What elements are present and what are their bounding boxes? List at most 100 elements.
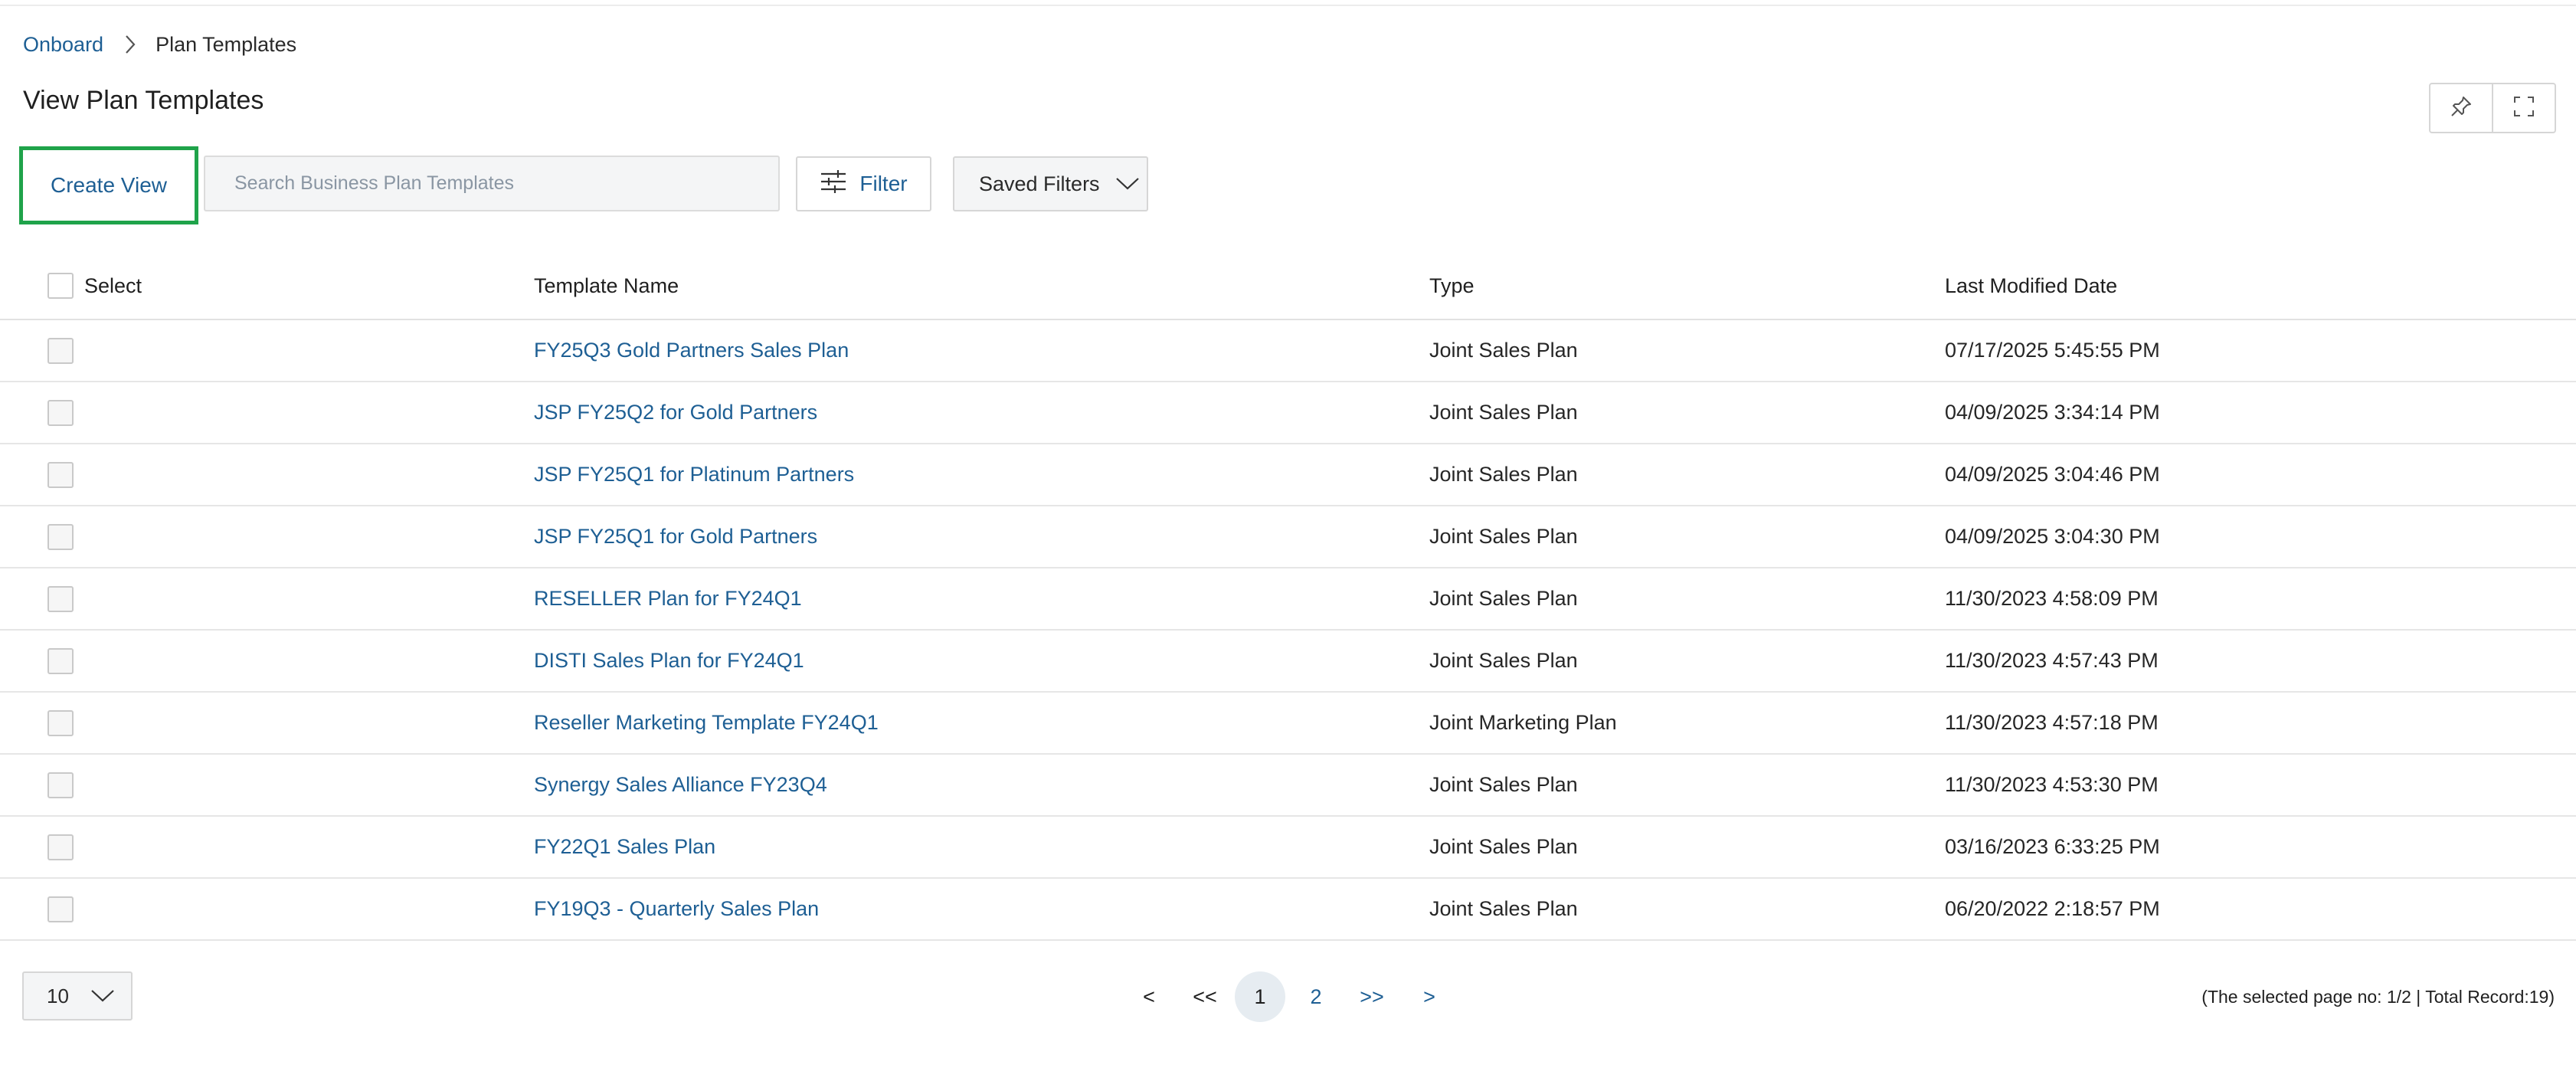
row-checkbox[interactable] [47, 337, 74, 364]
row-checkbox[interactable] [47, 461, 74, 488]
table-row: JSP FY25Q2 for Gold Partners Joint Sales … [0, 382, 2576, 444]
template-name-link[interactable]: FY22Q1 Sales Plan [534, 835, 715, 859]
pin-button[interactable] [2430, 84, 2492, 132]
last-modified-cell: 11/30/2023 4:57:18 PM [1945, 693, 2159, 753]
saved-filters-label: Saved Filters [979, 172, 1100, 195]
last-modified-cell: 04/09/2025 3:04:30 PM [1945, 506, 2160, 567]
first-page-button[interactable]: << [1189, 971, 1221, 1022]
type-cell: Joint Sales Plan [1429, 320, 1578, 381]
select-column-header: Select [47, 253, 142, 319]
row-checkbox[interactable] [47, 709, 74, 736]
breadcrumb-onboard-link[interactable]: Onboard [23, 33, 103, 57]
last-modified-value: 03/16/2023 6:33:25 PM [1945, 835, 2160, 858]
template-name-cell: RESELLER Plan for FY24Q1 [534, 568, 802, 629]
last-modified-cell: 06/20/2022 2:18:57 PM [1945, 879, 2160, 939]
search-input[interactable] [233, 172, 778, 195]
prev-page-button[interactable]: < [1135, 971, 1163, 1022]
type-value: Joint Sales Plan [1429, 339, 1578, 362]
sliders-icon [820, 169, 859, 199]
breadcrumb: Onboard Plan Templates [23, 29, 296, 60]
type-header[interactable]: Type [1429, 253, 1475, 319]
template-name-link[interactable]: Reseller Marketing Template FY24Q1 [534, 711, 879, 735]
filter-button[interactable]: Filter [796, 156, 931, 211]
select-header-label: Select [84, 274, 142, 297]
template-name-cell: FY22Q1 Sales Plan [534, 817, 715, 877]
row-select-cell [47, 444, 74, 505]
select-all-checkbox[interactable] [47, 273, 74, 299]
template-name-cell: JSP FY25Q2 for Gold Partners [534, 382, 817, 443]
chevron-down-icon [1100, 172, 1140, 196]
chevron-right-icon [122, 33, 139, 56]
last-modified-date-header[interactable]: Last Modified Date [1945, 253, 2117, 319]
row-select-cell [47, 320, 74, 381]
last-modified-value: 11/30/2023 4:57:43 PM [1945, 649, 2159, 672]
page-1-button[interactable]: 1 [1235, 971, 1285, 1022]
type-cell: Joint Sales Plan [1429, 444, 1578, 505]
type-value: Joint Sales Plan [1429, 401, 1578, 424]
row-checkbox[interactable] [47, 834, 74, 860]
expand-icon [2512, 95, 2535, 122]
row-select-cell [47, 879, 74, 939]
template-name-cell: JSP FY25Q1 for Gold Partners [534, 506, 817, 567]
row-select-cell [47, 693, 74, 753]
last-modified-value: 11/30/2023 4:58:09 PM [1945, 587, 2159, 610]
row-checkbox[interactable] [47, 523, 74, 550]
last-modified-value: 04/09/2025 3:34:14 PM [1945, 401, 2160, 424]
last-modified-value: 07/17/2025 5:45:55 PM [1945, 339, 2160, 362]
row-select-cell [47, 506, 74, 567]
table-row: Reseller Marketing Template FY24Q1 Joint … [0, 693, 2576, 755]
table-row: FY22Q1 Sales Plan Joint Sales Plan 03/16/2… [0, 817, 2576, 879]
top-divider [0, 0, 2576, 6]
type-cell: Joint Sales Plan [1429, 631, 1578, 691]
type-cell: Joint Sales Plan [1429, 879, 1578, 939]
template-name-link[interactable]: FY19Q3 - Quarterly Sales Plan [534, 897, 819, 921]
page-info: (The selected page no: 1/2 | Total Recor… [2201, 986, 2555, 1007]
template-name-cell: Reseller Marketing Template FY24Q1 [534, 693, 879, 753]
search-box [204, 156, 780, 211]
last-modified-value: 11/30/2023 4:53:30 PM [1945, 773, 2159, 796]
template-name-link[interactable]: JSP FY25Q2 for Gold Partners [534, 401, 817, 424]
template-name-link[interactable]: FY25Q3 Gold Partners Sales Plan [534, 339, 849, 362]
template-name-header[interactable]: Template Name [534, 253, 679, 319]
template-name-link[interactable]: JSP FY25Q1 for Gold Partners [534, 525, 817, 549]
template-name-link[interactable]: JSP FY25Q1 for Platinum Partners [534, 463, 854, 486]
row-select-cell [47, 755, 74, 815]
last-modified-cell: 11/30/2023 4:57:43 PM [1945, 631, 2159, 691]
type-value: Joint Sales Plan [1429, 773, 1578, 796]
filter-button-label: Filter [859, 172, 908, 195]
row-checkbox[interactable] [47, 896, 74, 922]
table-body: FY25Q3 Gold Partners Sales Plan Joint Sal… [0, 320, 2576, 941]
table-row: DISTI Sales Plan for FY24Q1 Joint Sales P… [0, 631, 2576, 693]
type-cell: Joint Sales Plan [1429, 382, 1578, 443]
last-modified-value: 11/30/2023 4:57:18 PM [1945, 711, 2159, 734]
saved-filters-dropdown[interactable]: Saved Filters [953, 156, 1148, 211]
row-select-cell [47, 631, 74, 691]
template-name-link[interactable]: RESELLER Plan for FY24Q1 [534, 587, 802, 611]
row-checkbox[interactable] [47, 585, 74, 612]
fullscreen-button[interactable] [2492, 84, 2555, 132]
last-page-button[interactable]: >> [1356, 971, 1388, 1022]
page-title: View Plan Templates [23, 86, 264, 115]
create-view-button[interactable]: Create View [19, 146, 198, 224]
plan-templates-table: Select Template Name Type Last Modified … [0, 253, 2576, 941]
template-name-link[interactable]: DISTI Sales Plan for FY24Q1 [534, 649, 804, 673]
template-name-cell: DISTI Sales Plan for FY24Q1 [534, 631, 804, 691]
template-name-link[interactable]: Synergy Sales Alliance FY23Q4 [534, 773, 827, 797]
type-value: Joint Sales Plan [1429, 835, 1578, 858]
pagination: < << 1 2 >> > [0, 971, 2576, 1022]
last-modified-cell: 07/17/2025 5:45:55 PM [1945, 320, 2160, 381]
last-modified-value: 04/09/2025 3:04:46 PM [1945, 463, 2160, 486]
row-select-cell [47, 568, 74, 629]
table-row: Synergy Sales Alliance FY23Q4 Joint Sales… [0, 755, 2576, 817]
row-checkbox[interactable] [47, 647, 74, 674]
type-value: Joint Marketing Plan [1429, 711, 1617, 734]
next-page-button[interactable]: > [1416, 971, 1443, 1022]
page-2-button[interactable]: 2 [1302, 971, 1330, 1022]
row-checkbox[interactable] [47, 772, 74, 798]
row-checkbox[interactable] [47, 399, 74, 426]
template-name-cell: FY19Q3 - Quarterly Sales Plan [534, 879, 819, 939]
table-row: JSP FY25Q1 for Platinum Partners Joint Sa… [0, 444, 2576, 506]
table-row: JSP FY25Q1 for Gold Partners Joint Sales … [0, 506, 2576, 568]
row-select-cell [47, 817, 74, 877]
last-modified-cell: 04/09/2025 3:34:14 PM [1945, 382, 2160, 443]
